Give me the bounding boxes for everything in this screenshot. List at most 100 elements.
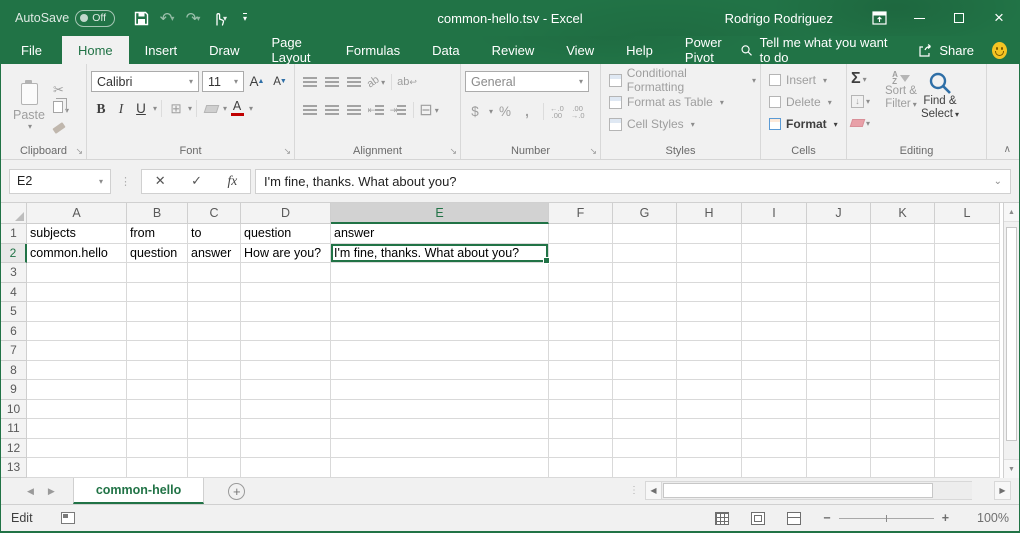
- maximize-button[interactable]: [939, 0, 979, 36]
- next-sheet-icon[interactable]: ▶: [48, 486, 55, 497]
- cell-K9[interactable]: [871, 380, 935, 400]
- row-header-8[interactable]: 8: [1, 361, 27, 381]
- cell-E1[interactable]: answer: [331, 224, 549, 244]
- cell-H3[interactable]: [677, 263, 742, 283]
- increase-font-size-button[interactable]: A▲: [247, 71, 267, 92]
- cell-G3[interactable]: [613, 263, 677, 283]
- tab-help[interactable]: Help: [610, 36, 669, 64]
- cell-J13[interactable]: [807, 458, 871, 478]
- column-header-B[interactable]: B: [127, 203, 188, 224]
- cell-F7[interactable]: [549, 341, 613, 361]
- cell-E4[interactable]: [331, 283, 549, 303]
- autosave-pill[interactable]: Off: [75, 10, 115, 27]
- cell-A4[interactable]: [27, 283, 127, 303]
- format-as-table-button[interactable]: Format as Table▾: [605, 91, 756, 113]
- tab-home[interactable]: Home: [62, 36, 129, 64]
- autosum-button[interactable]: Σ▾: [851, 69, 881, 89]
- cell-F11[interactable]: [549, 419, 613, 439]
- cell-C4[interactable]: [188, 283, 241, 303]
- cell-H13[interactable]: [677, 458, 742, 478]
- font-color-button[interactable]: A: [227, 98, 247, 119]
- cell-F1[interactable]: [549, 224, 613, 244]
- expand-formula-bar-icon[interactable]: ⌄: [994, 176, 1002, 187]
- zoom-out-button[interactable]: −: [823, 511, 830, 525]
- accounting-format-button[interactable]: $: [465, 101, 485, 122]
- cell-G2[interactable]: [613, 244, 677, 264]
- column-header-E[interactable]: E: [331, 203, 549, 224]
- save-button[interactable]: [129, 5, 153, 31]
- tab-data[interactable]: Data: [416, 36, 475, 64]
- decrease-decimal-button[interactable]: .00→.0: [571, 105, 585, 119]
- zoom-slider[interactable]: [839, 518, 934, 519]
- cell-D7[interactable]: [241, 341, 331, 361]
- cell-styles-button[interactable]: Cell Styles▾: [605, 113, 756, 135]
- cell-J6[interactable]: [807, 322, 871, 342]
- cell-D8[interactable]: [241, 361, 331, 381]
- cell-C5[interactable]: [188, 302, 241, 322]
- cell-I12[interactable]: [742, 439, 807, 459]
- macro-record-icon[interactable]: [61, 512, 75, 524]
- row-header-10[interactable]: 10: [1, 400, 27, 420]
- cell-D2[interactable]: How are you?: [241, 244, 331, 264]
- paste-button[interactable]: Paste ▾: [9, 81, 49, 131]
- center-button[interactable]: [321, 100, 343, 120]
- scroll-down-icon[interactable]: ▼: [1004, 459, 1019, 478]
- cell-J4[interactable]: [807, 283, 871, 303]
- cell-K13[interactable]: [871, 458, 935, 478]
- column-header-G[interactable]: G: [613, 203, 677, 224]
- cell-D11[interactable]: [241, 419, 331, 439]
- increase-indent-button[interactable]: ⇥: [387, 100, 409, 120]
- insert-cells-button[interactable]: Insert▾: [765, 69, 842, 91]
- cell-F13[interactable]: [549, 458, 613, 478]
- cell-B10[interactable]: [127, 400, 188, 420]
- comma-style-button[interactable]: ,: [517, 101, 537, 122]
- cell-K10[interactable]: [871, 400, 935, 420]
- cell-A7[interactable]: [27, 341, 127, 361]
- cell-L1[interactable]: [935, 224, 1000, 244]
- fill-button[interactable]: ↓▾: [851, 91, 881, 111]
- cell-L4[interactable]: [935, 283, 1000, 303]
- cell-E5[interactable]: [331, 302, 549, 322]
- underline-button[interactable]: U: [131, 98, 151, 119]
- cell-I3[interactable]: [742, 263, 807, 283]
- cell-J1[interactable]: [807, 224, 871, 244]
- cut-button[interactable]: ✂: [53, 82, 69, 98]
- cell-B3[interactable]: [127, 263, 188, 283]
- tab-scrollbar-splitter[interactable]: ⋮: [629, 485, 639, 496]
- increase-decimal-button[interactable]: ←.0.00: [550, 105, 564, 119]
- cell-B4[interactable]: [127, 283, 188, 303]
- cell-A2[interactable]: common.hello: [27, 244, 127, 264]
- cell-F8[interactable]: [549, 361, 613, 381]
- page-break-preview-button[interactable]: [787, 512, 801, 525]
- cell-F10[interactable]: [549, 400, 613, 420]
- cell-E8[interactable]: [331, 361, 549, 381]
- cell-J11[interactable]: [807, 419, 871, 439]
- cell-I5[interactable]: [742, 302, 807, 322]
- formula-input[interactable]: I'm fine, thanks. What about you? ⌄: [255, 169, 1011, 194]
- vertical-scrollbar[interactable]: ▲ ▼: [1003, 203, 1019, 478]
- tab-formulas[interactable]: Formulas: [330, 36, 416, 64]
- cell-B6[interactable]: [127, 322, 188, 342]
- row-header-7[interactable]: 7: [1, 341, 27, 361]
- row-header-4[interactable]: 4: [1, 283, 27, 303]
- cell-B7[interactable]: [127, 341, 188, 361]
- horizontal-scrollbar[interactable]: [662, 481, 972, 500]
- horizontal-scroll-thumb[interactable]: [663, 483, 933, 498]
- cell-D4[interactable]: [241, 283, 331, 303]
- cell-D12[interactable]: [241, 439, 331, 459]
- minimize-button[interactable]: [899, 0, 939, 36]
- cell-L2[interactable]: [935, 244, 1000, 264]
- cell-A6[interactable]: [27, 322, 127, 342]
- alignment-dialog-launcher[interactable]: ↘: [449, 146, 457, 157]
- cell-H12[interactable]: [677, 439, 742, 459]
- name-box[interactable]: E2 ▾: [9, 169, 111, 194]
- row-header-2[interactable]: 2: [1, 244, 27, 264]
- confirm-entry-button[interactable]: ✓: [191, 173, 202, 189]
- borders-button[interactable]: ⊞: [166, 98, 186, 119]
- clear-button[interactable]: ▾: [851, 113, 881, 133]
- font-dialog-launcher[interactable]: ↘: [283, 146, 291, 157]
- cell-F9[interactable]: [549, 380, 613, 400]
- undo-button[interactable]: ↶▾: [155, 5, 179, 31]
- user-name[interactable]: Rodrigo Rodriguez: [725, 11, 833, 26]
- column-header-F[interactable]: F: [549, 203, 613, 224]
